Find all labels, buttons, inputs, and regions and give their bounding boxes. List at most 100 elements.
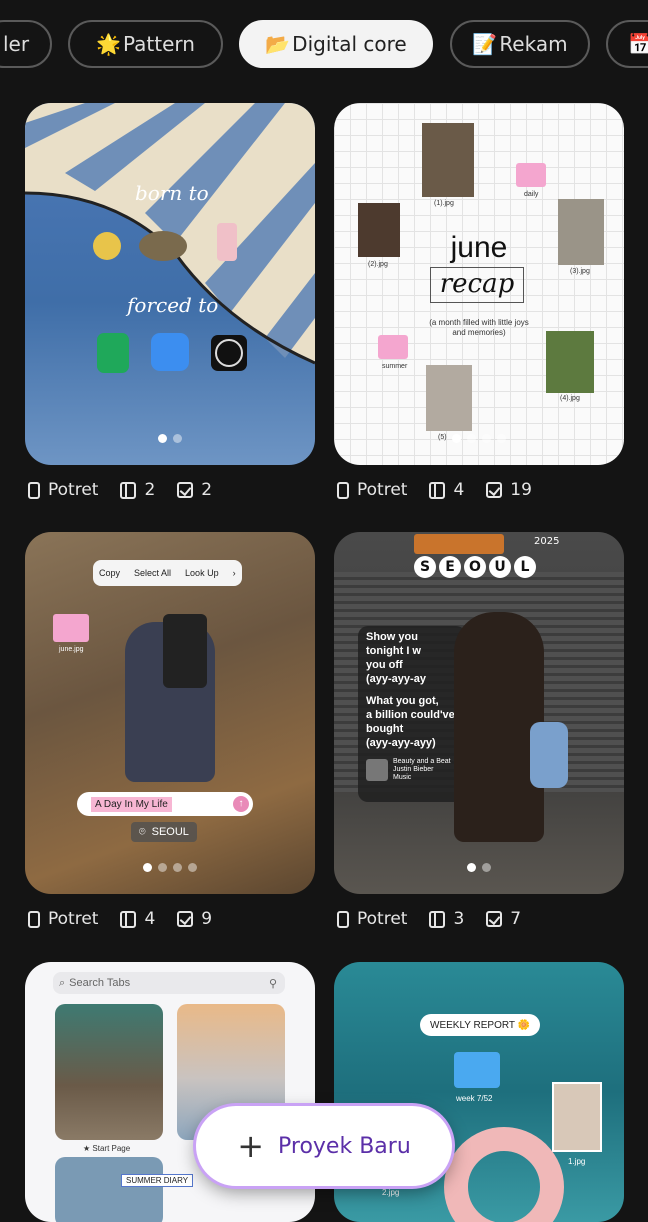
location-tag: ⌾ SEOUL: [131, 822, 197, 842]
location-pin-icon: ⌾: [139, 825, 146, 838]
checkbox-icon: [486, 911, 503, 927]
lyric-line: a billion could've: [366, 709, 455, 721]
photo-thumbnail: [552, 1082, 602, 1152]
checkbox-icon: [177, 482, 194, 498]
project-card[interactable]: Copy Select All Look Up › june.jpg A Day…: [25, 532, 315, 894]
lyric-line: (ayy-ayy-ayy): [366, 737, 436, 749]
pages-count: 2: [144, 480, 156, 500]
text-context-menu: Copy Select All Look Up ›: [93, 560, 242, 586]
card-meta: Potret 4 9: [28, 907, 212, 931]
menu-look-up[interactable]: Look Up: [185, 568, 219, 578]
album-art: [366, 759, 388, 781]
microphone-icon: ⚲: [268, 977, 277, 990]
file-label: daily: [524, 191, 539, 198]
card-meta: Potret 2 2: [28, 478, 212, 502]
folder-icon: 📂: [265, 32, 291, 56]
pages-count: 4: [144, 909, 156, 929]
sign-image: [414, 534, 504, 554]
page-indicator: [334, 434, 624, 443]
chevron-right-icon: ›: [232, 568, 236, 578]
song-artist: Justin Bieber: [393, 766, 434, 773]
project-card[interactable]: (1).jpg daily (2).jpg (3).jpg june recap…: [334, 103, 624, 465]
pages-count: 4: [453, 480, 465, 500]
report-label: WEEKLY REPORT 🌼: [420, 1014, 541, 1036]
city-letter: O: [464, 556, 486, 578]
tab-calendar[interactable]: 📅: [606, 20, 648, 68]
photo-thumbnail: [546, 331, 594, 393]
checkbox-icon: [177, 911, 194, 927]
photo-thumbnail: [422, 123, 474, 197]
city-letter: E: [439, 556, 461, 578]
tab-caption: ★ Start Page: [83, 1144, 131, 1153]
song-row: Beauty and a Beat Justin Bieber Music: [366, 758, 458, 782]
tab-label: Digital core: [292, 32, 407, 56]
tab-rekam[interactable]: 📝 Rekam: [450, 20, 590, 68]
checkbox-icon: [486, 482, 503, 498]
city-letter: U: [489, 556, 511, 578]
tab-label: Rekam: [499, 32, 568, 56]
search-placeholder: Search Tabs: [69, 977, 131, 989]
file-label: june.jpg: [59, 646, 84, 653]
project-card[interactable]: born to forced to: [25, 103, 315, 465]
portrait-icon: [337, 481, 349, 499]
file-label: summer: [382, 363, 408, 370]
folder-icon: [516, 163, 546, 187]
lyric-line: Show you: [366, 631, 418, 643]
orientation-label: Potret: [48, 480, 99, 500]
search-bar[interactable]: ⌕ Search Tabs ⚲: [53, 972, 285, 994]
tab-label: Pattern: [122, 32, 195, 56]
tab-pattern[interactable]: 🌟 Pattern: [68, 20, 223, 68]
tab-thumbnail[interactable]: [55, 1004, 163, 1140]
portrait-icon: [28, 481, 40, 499]
tab-partial-left[interactable]: ler: [0, 20, 52, 68]
tasks-count: 7: [510, 909, 522, 929]
memo-icon: 📝: [472, 32, 498, 56]
tab-digital-core[interactable]: 📂 Digital core: [239, 20, 433, 68]
project-card[interactable]: 2025 S E O U L Show you tonight I w you …: [334, 532, 624, 894]
card-script-title: recap: [430, 267, 524, 303]
search-icon: ⌕: [59, 976, 66, 989]
card-meta: Potret 3 7: [337, 907, 521, 931]
page-indicator: [334, 863, 624, 872]
portrait-icon: [28, 910, 40, 928]
page-indicator: [25, 863, 315, 872]
arrow-up-icon[interactable]: ↑: [233, 796, 249, 812]
bag-image: [530, 722, 568, 788]
file-label: (4).jpg: [560, 395, 580, 402]
orientation-label: Potret: [357, 909, 408, 929]
tasks-count: 9: [201, 909, 213, 929]
star-icon: 🌟: [96, 32, 121, 56]
portrait-icon: [337, 910, 349, 928]
lyric-line: What you got,: [366, 695, 439, 707]
lyrics-widget: Show you tonight I w you off (ayy-ayy-ay…: [358, 626, 466, 802]
file-label: 2.jpg: [382, 1188, 400, 1197]
file-label: (1).jpg: [434, 200, 454, 207]
song-title: Beauty and a Beat: [393, 758, 451, 765]
song-info: Beauty and a Beat Justin Bieber Music: [393, 758, 451, 782]
pages-count: 3: [453, 909, 465, 929]
phone-image: [163, 614, 207, 688]
calendar-icon: 📅: [628, 32, 648, 56]
music-service: Music: [393, 774, 412, 781]
orientation-label: Potret: [48, 909, 99, 929]
menu-select-all[interactable]: Select All: [134, 568, 171, 578]
pages-icon: [120, 481, 137, 499]
new-project-button[interactable]: + Proyek Baru: [196, 1106, 452, 1186]
orientation-label: Potret: [357, 480, 408, 500]
lyric-line: tonight I w: [366, 645, 421, 657]
page-indicator: [25, 434, 315, 443]
folder-icon: [378, 335, 408, 359]
lyric-spacer: [366, 686, 458, 694]
new-project-label: Proyek Baru: [278, 1133, 411, 1159]
tasks-count: 19: [510, 480, 532, 500]
city-title: S E O U L: [414, 556, 536, 578]
menu-copy[interactable]: Copy: [99, 568, 120, 578]
tab-label: ler: [2, 32, 30, 56]
card-title-bottom: forced to: [127, 293, 219, 317]
tab-thumbnail[interactable]: [55, 1157, 163, 1222]
pages-icon: [429, 910, 446, 928]
card-title: june: [450, 231, 508, 264]
search-bar[interactable]: A Day In My Life ↑: [77, 792, 253, 816]
city-letter: L: [514, 556, 536, 578]
file-label: (3).jpg: [570, 268, 590, 275]
